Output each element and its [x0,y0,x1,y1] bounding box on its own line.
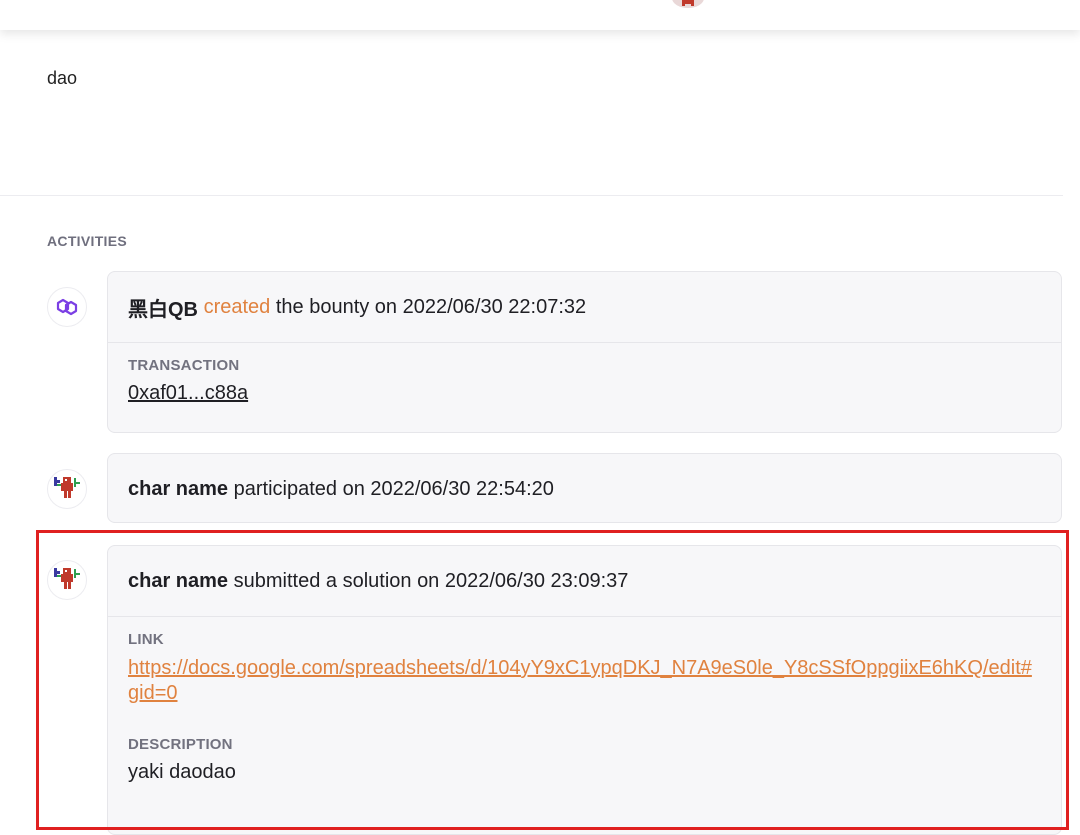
activity-participated-header: char name participated on 2022/06/30 22:… [108,454,1061,524]
activity-user[interactable]: 黑白QB [128,293,198,322]
activity-text: the bounty on 2022/06/30 22:07:32 [275,295,587,318]
bounty-description: dao [47,68,78,88]
activity-created-header: 黑白QB created the bounty on 2022/06/30 22… [108,272,1061,342]
transaction-label: TRANSACTION [128,357,240,374]
top-header [0,0,1080,30]
user-avatar[interactable] [672,0,704,8]
activity-text: participated on 2022/06/30 22:54:20 [233,477,554,500]
activity-card-participated: char name participated on 2022/06/30 22:… [107,453,1062,523]
pixel-character-avatar-icon [47,560,87,600]
pixel-character-avatar-icon [47,469,87,509]
activity-user[interactable]: char name [128,478,228,501]
activity-user[interactable]: char name [128,570,228,593]
activities-heading: ACTIVITIES [47,233,128,249]
activity-action: created [203,295,271,318]
section-divider [0,195,1063,196]
description-label: DESCRIPTION [128,736,233,753]
activity-card-submitted: char name submitted a solution on 2022/0… [107,545,1062,835]
transaction-link[interactable]: 0xaf01...c88a [128,382,248,404]
activity-text: submitted a solution on 2022/06/30 23:09… [233,569,629,592]
polygon-logo-icon [47,287,87,327]
activity-submitted-header: char name submitted a solution on 2022/0… [108,546,1061,616]
activity-card-created: 黑白QB created the bounty on 2022/06/30 22… [107,271,1062,433]
description-value: yaki daodao [128,761,236,783]
link-label: LINK [128,631,164,648]
solution-link[interactable]: https://docs.google.com/spreadsheets/d/1… [128,656,1041,706]
